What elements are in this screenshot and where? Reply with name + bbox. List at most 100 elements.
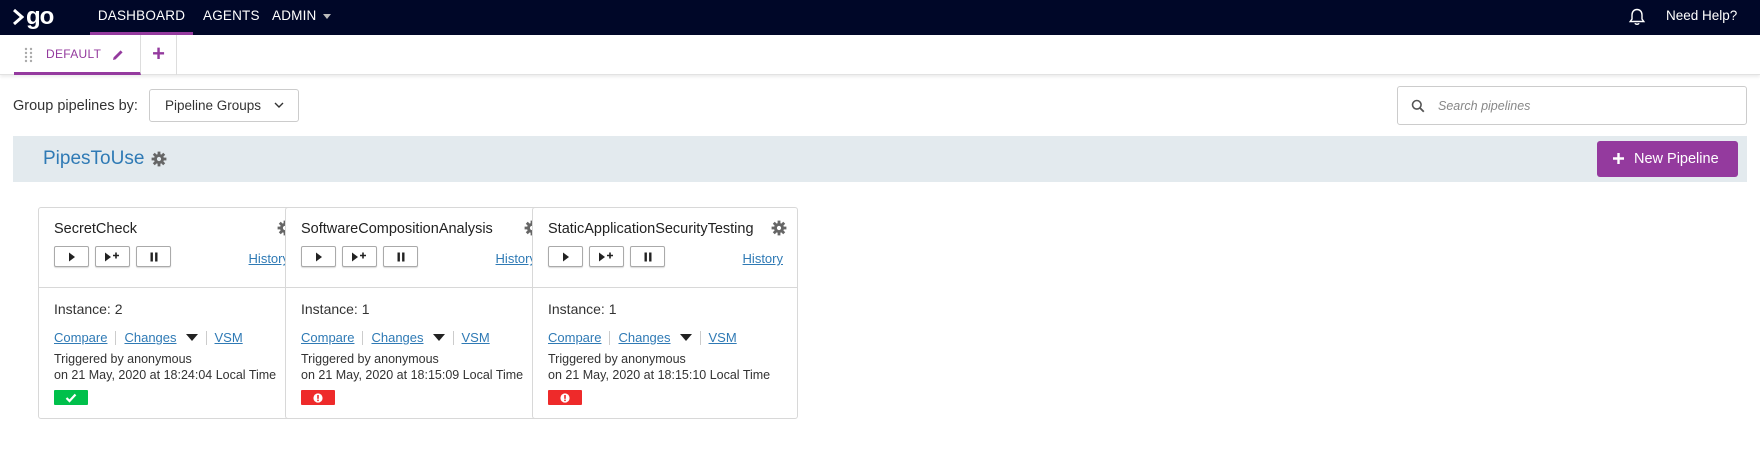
pipeline-actions xyxy=(54,246,171,267)
trigger-button[interactable] xyxy=(301,246,336,267)
pause-icon xyxy=(150,252,157,261)
exclamation-icon xyxy=(313,392,323,403)
group-by-label: Group pipelines by: xyxy=(13,98,138,114)
add-tab-button[interactable]: + xyxy=(141,35,177,75)
play-plus-icon xyxy=(598,252,613,261)
check-icon xyxy=(65,393,77,403)
pipeline-name[interactable]: StaticApplicationSecurityTesting xyxy=(548,220,763,238)
group-by-select[interactable]: Pipeline Groups xyxy=(149,89,299,122)
divider xyxy=(115,330,117,345)
pause-button[interactable] xyxy=(136,246,171,267)
pause-icon xyxy=(397,252,404,261)
vsm-link[interactable]: VSM xyxy=(462,330,490,345)
compare-link[interactable]: Compare xyxy=(301,330,354,345)
search-box xyxy=(1397,86,1747,125)
history-link[interactable]: History xyxy=(249,251,289,266)
instance-links: Compare Changes VSM xyxy=(548,330,737,345)
need-help-link[interactable]: Need Help? xyxy=(1666,0,1737,35)
chevron-down-icon xyxy=(274,102,284,108)
drag-handle-icon[interactable] xyxy=(24,47,34,63)
changes-link[interactable]: Changes xyxy=(371,330,423,345)
search-input[interactable] xyxy=(1438,95,1728,117)
group-name[interactable]: PipesToUse xyxy=(43,136,144,182)
new-pipeline-label: New Pipeline xyxy=(1634,151,1719,167)
pipeline-card: StaticApplicationSecurityTesting History… xyxy=(532,207,798,419)
divider xyxy=(609,330,611,345)
triggered-on: on 21 May, 2020 at 18:24:04 Local Time xyxy=(54,368,277,382)
logo-chevron-icon xyxy=(13,8,24,26)
new-pipeline-button[interactable]: New Pipeline xyxy=(1597,141,1738,177)
top-nav: go DASHBOARD AGENTS ADMIN Need Help? xyxy=(0,0,1760,35)
divider xyxy=(699,330,701,345)
pipeline-name[interactable]: SoftwareCompositionAnalysis xyxy=(301,220,516,238)
trigger-with-options-button[interactable] xyxy=(342,246,377,267)
pipeline-card-body: Instance: 1 Compare Changes VSM Triggere… xyxy=(533,288,797,444)
exclamation-icon xyxy=(560,392,570,403)
pipeline-card-header: StaticApplicationSecurityTesting History xyxy=(533,208,797,288)
caret-down-icon xyxy=(322,13,331,19)
nav-agents[interactable]: AGENTS xyxy=(203,0,260,35)
instance-label: Instance: 1 xyxy=(548,301,617,317)
vsm-link[interactable]: VSM xyxy=(709,330,737,345)
play-icon xyxy=(68,252,75,261)
group-by-value: Pipeline Groups xyxy=(165,98,262,113)
gocd-logo[interactable]: go xyxy=(12,4,58,30)
pipeline-card-body: Instance: 1 Compare Changes VSM Triggere… xyxy=(286,288,550,444)
trigger-with-options-button[interactable] xyxy=(589,246,624,267)
pencil-icon[interactable] xyxy=(111,48,125,62)
dashboard-tabs-bar: DEFAULT + xyxy=(0,35,1760,75)
pipeline-card: SecretCheck History Instance: 2 Compare … xyxy=(38,207,304,419)
divider xyxy=(205,330,207,345)
caret-down-icon[interactable] xyxy=(432,334,445,341)
divider xyxy=(452,330,454,345)
divider xyxy=(362,330,364,345)
stage-status[interactable] xyxy=(301,390,335,405)
instance-links: Compare Changes VSM xyxy=(54,330,243,345)
changes-link[interactable]: Changes xyxy=(124,330,176,345)
triggered-by: Triggered by anonymous xyxy=(548,352,686,366)
instance-label: Instance: 2 xyxy=(54,301,123,317)
stage-status[interactable] xyxy=(548,390,582,405)
changes-link[interactable]: Changes xyxy=(618,330,670,345)
nav-admin[interactable]: ADMIN xyxy=(272,0,331,35)
pause-button[interactable] xyxy=(383,246,418,267)
caret-down-icon[interactable] xyxy=(185,334,198,341)
gear-icon[interactable] xyxy=(771,220,787,236)
pipeline-group-header: PipesToUse New Pipeline xyxy=(13,136,1747,182)
trigger-with-options-button[interactable] xyxy=(95,246,130,267)
play-plus-icon xyxy=(104,252,119,261)
instance-links: Compare Changes VSM xyxy=(301,330,490,345)
triggered-on: on 21 May, 2020 at 18:15:09 Local Time xyxy=(301,368,524,382)
stage-status[interactable] xyxy=(54,390,88,405)
bell-icon[interactable] xyxy=(1627,7,1647,27)
pipeline-card: SoftwareCompositionAnalysis History Inst… xyxy=(285,207,551,419)
pause-button[interactable] xyxy=(630,246,665,267)
instance-label: Instance: 1 xyxy=(301,301,370,317)
compare-link[interactable]: Compare xyxy=(548,330,601,345)
trigger-button[interactable] xyxy=(548,246,583,267)
nav-dashboard[interactable]: DASHBOARD xyxy=(90,0,193,35)
gear-icon[interactable] xyxy=(151,151,167,167)
pause-icon xyxy=(644,252,651,261)
pipeline-actions xyxy=(301,246,418,267)
nav-admin-label: ADMIN xyxy=(272,8,317,23)
vsm-link[interactable]: VSM xyxy=(215,330,243,345)
pipeline-card-body: Instance: 2 Compare Changes VSM Triggere… xyxy=(39,288,303,444)
tab-default-label: DEFAULT xyxy=(46,47,102,61)
search-icon xyxy=(1411,99,1425,113)
plus-icon xyxy=(1613,153,1624,164)
play-plus-icon xyxy=(351,252,366,261)
play-icon xyxy=(315,252,322,261)
tab-default[interactable]: DEFAULT xyxy=(14,35,141,75)
triggered-by: Triggered by anonymous xyxy=(301,352,439,366)
triggered-on: on 21 May, 2020 at 18:15:10 Local Time xyxy=(548,368,771,382)
compare-link[interactable]: Compare xyxy=(54,330,107,345)
trigger-button[interactable] xyxy=(54,246,89,267)
triggered-by: Triggered by anonymous xyxy=(54,352,192,366)
pipeline-name[interactable]: SecretCheck xyxy=(54,220,269,238)
logo-text: go xyxy=(26,3,54,30)
history-link[interactable]: History xyxy=(496,251,536,266)
history-link[interactable]: History xyxy=(743,251,783,266)
caret-down-icon[interactable] xyxy=(679,334,692,341)
pipeline-card-header: SecretCheck History xyxy=(39,208,303,288)
